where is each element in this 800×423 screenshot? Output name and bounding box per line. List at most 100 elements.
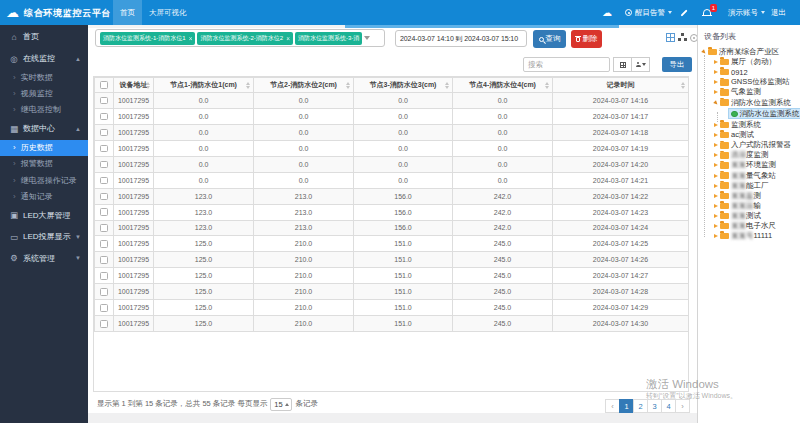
table-row[interactable]: 10017295123.0213.0156.0242.02024-03-07 1…	[95, 204, 689, 220]
row-checkbox[interactable]	[100, 145, 108, 153]
sidebar-item-LED大屏管理[interactable]: ▣LED大屏管理	[0, 204, 88, 226]
sidebar-item-首页[interactable]: ⌂首页	[0, 25, 88, 48]
tree-expanded-icon[interactable]	[713, 100, 719, 106]
row-checkbox[interactable]	[100, 272, 108, 280]
layout-icon[interactable]	[666, 33, 675, 42]
refresh-button[interactable]	[613, 57, 632, 72]
sidebar-item-在线监控[interactable]: ◎在线监控▲	[0, 48, 88, 70]
select-all-checkbox[interactable]	[100, 81, 108, 89]
column-header[interactable]: 设备地址	[114, 78, 154, 93]
row-checkbox[interactable]	[100, 113, 108, 121]
notification-bell[interactable]: 1	[703, 0, 711, 25]
tree-collapsed-icon[interactable]	[714, 174, 718, 178]
tree-node[interactable]: 某某环境监测	[702, 160, 800, 170]
column-header[interactable]: 节点4-消防水位4(cm)	[453, 78, 553, 93]
date-range-input[interactable]: 2024-03-07 14:10 到 2024-03-07 15:10	[395, 30, 527, 47]
table-row[interactable]: 10017295125.0210.0151.0245.02024-03-07 1…	[95, 284, 689, 300]
sidebar-subitem-通知记录[interactable]: ›通知记录	[0, 188, 88, 204]
tree-toggle-icon[interactable]	[678, 33, 687, 42]
tree-collapsed-icon[interactable]	[714, 143, 718, 147]
tree-collapsed-icon[interactable]	[714, 60, 718, 64]
tree-collapsed-icon[interactable]	[714, 214, 718, 218]
page-3[interactable]: 3	[647, 399, 662, 413]
delete-button[interactable]: 删除	[571, 30, 602, 48]
tree-node[interactable]: 某某能工厂	[702, 181, 800, 191]
column-header[interactable]: 节点1-消防水位1(cm)	[154, 78, 254, 93]
table-row[interactable]: 10017295125.0210.0151.0245.02024-03-07 1…	[95, 268, 689, 284]
table-row[interactable]: 100172950.00.00.00.02024-03-07 14:20	[95, 156, 689, 172]
tree-collapsed-icon[interactable]	[714, 224, 718, 228]
row-checkbox[interactable]	[100, 208, 108, 216]
table-row[interactable]: 100172950.00.00.00.02024-03-07 14:17	[95, 108, 689, 124]
tree-node[interactable]: 某某电子水尺	[702, 221, 800, 231]
tree-node[interactable]: 展厅（勿动）	[702, 57, 800, 67]
sort-icon[interactable]	[246, 82, 250, 89]
table-row[interactable]: 10017295125.0210.0151.0245.02024-03-07 1…	[95, 300, 689, 316]
page-size-select[interactable]: 15	[270, 398, 292, 411]
node-filter-select[interactable]: 消防水位监测系统-1-消防水位1×消防水位监测系统-2-消防水位2×消防水位监测…	[95, 29, 385, 47]
tree-node[interactable]: 0912	[702, 67, 800, 77]
table-row[interactable]: 10017295125.0210.0151.0245.02024-03-07 1…	[95, 316, 689, 332]
page-4[interactable]: 4	[661, 399, 676, 413]
row-checkbox[interactable]	[100, 224, 108, 232]
table-row[interactable]: 10017295123.0213.0156.0242.02024-03-07 1…	[95, 188, 689, 204]
tree-node[interactable]: 消防水位监测系统	[702, 97, 800, 107]
sort-icon[interactable]	[681, 82, 685, 89]
tree-collapsed-icon[interactable]	[714, 184, 718, 188]
row-checkbox[interactable]	[100, 177, 108, 185]
alarm-menu[interactable]: 醒目告警	[625, 0, 672, 25]
row-checkbox[interactable]	[100, 97, 108, 105]
account-menu[interactable]: 演示账号	[728, 0, 765, 25]
columns-button[interactable]	[631, 57, 650, 72]
tree-collapsed-icon[interactable]	[714, 133, 718, 137]
table-row[interactable]: 100172950.00.00.00.02024-03-07 14:16	[95, 93, 689, 109]
nav-tab-大屏可视化[interactable]: 大屏可视化	[142, 0, 194, 25]
table-search-input[interactable]: 搜索	[523, 57, 610, 72]
tree-node[interactable]: 温湿度监测	[702, 150, 800, 160]
pen-button[interactable]	[679, 0, 688, 25]
close-icon[interactable]: ×	[189, 35, 193, 42]
export-button[interactable]: 导出	[662, 57, 692, 72]
row-checkbox[interactable]	[100, 304, 108, 312]
logout-button[interactable]: 退出	[771, 0, 786, 25]
tree-collapsed-icon[interactable]	[714, 204, 718, 208]
row-checkbox[interactable]	[100, 193, 108, 201]
sidebar-item-数据中心[interactable]: ▦数据中心▲	[0, 118, 88, 140]
filter-chip[interactable]: 消防水位监测系统-3-消	[295, 32, 362, 45]
table-row[interactable]: 100172950.00.00.00.02024-03-07 14:19	[95, 140, 689, 156]
table-row[interactable]: 10017295125.0210.0151.0245.02024-03-07 1…	[95, 252, 689, 268]
row-checkbox[interactable]	[100, 256, 108, 264]
column-header[interactable]: 记录时间	[553, 78, 689, 93]
tree-node[interactable]: 某某运输	[702, 201, 800, 211]
filter-chip[interactable]: 消防水位监测系统-2-消防水位2×	[197, 32, 292, 45]
query-button[interactable]: 查询	[533, 30, 566, 48]
tree-collapsed-icon[interactable]	[714, 70, 718, 74]
row-checkbox[interactable]	[100, 240, 108, 248]
row-checkbox[interactable]	[100, 320, 108, 328]
sidebar-subitem-视频监控[interactable]: ›视频监控	[0, 86, 88, 102]
column-header[interactable]: 节点3-消防水位3(cm)	[354, 78, 453, 93]
sort-icon[interactable]	[545, 82, 549, 89]
tree-collapsed-icon[interactable]	[714, 80, 718, 84]
tree-collapsed-icon[interactable]	[714, 90, 718, 94]
close-icon[interactable]: ×	[286, 35, 290, 42]
tree-node[interactable]: 某某号11111	[702, 231, 800, 241]
table-row[interactable]: 10017295125.0210.0151.0245.02024-03-07 1…	[95, 236, 689, 252]
tree-node[interactable]: 某某量气象站	[702, 171, 800, 181]
table-row[interactable]: 10017295123.0213.0156.0242.02024-03-07 1…	[95, 220, 689, 236]
sidebar-subitem-继电器操作记录[interactable]: ›继电器操作记录	[0, 172, 88, 188]
tree-collapsed-icon[interactable]	[714, 123, 718, 127]
tree-node[interactable]: 某某测试	[702, 211, 800, 221]
nav-tab-首页[interactable]: 首页	[113, 0, 142, 25]
page-next[interactable]: ›	[675, 399, 690, 413]
sidebar-subitem-实时数据[interactable]: ›实时数据	[0, 70, 88, 86]
table-row[interactable]: 100172950.00.00.00.02024-03-07 14:21	[95, 172, 689, 188]
row-checkbox[interactable]	[100, 288, 108, 296]
tree-node[interactable]: 济南某综合产业区	[702, 47, 800, 57]
cloud-status-icon[interactable]: ☁	[602, 0, 612, 25]
tree-collapsed-icon[interactable]	[714, 234, 718, 238]
tree-node[interactable]: 某某监测	[702, 191, 800, 201]
table-row[interactable]: 100172950.00.00.00.02024-03-07 14:18	[95, 124, 689, 140]
sidebar-item-LED投屏显示[interactable]: ▭LED投屏显示▼	[0, 226, 88, 248]
tree-collapsed-icon[interactable]	[714, 194, 718, 198]
